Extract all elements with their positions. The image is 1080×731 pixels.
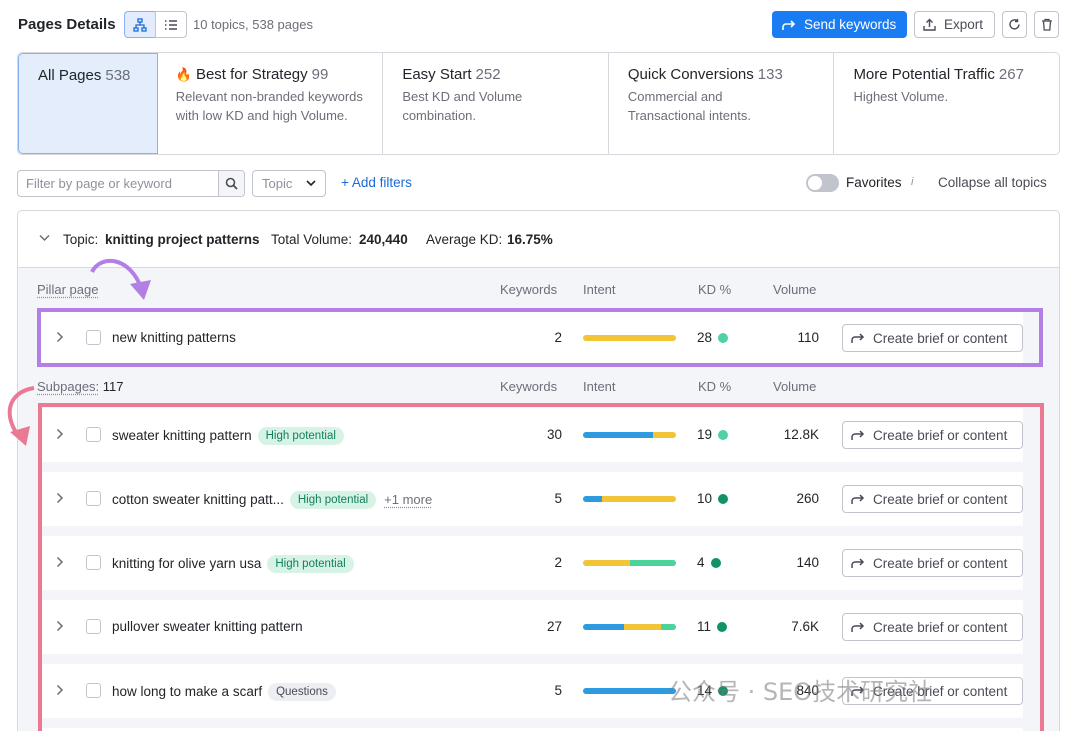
annotation-arrows (0, 0, 1080, 731)
pillar-arrowhead-icon (130, 280, 151, 300)
watermark: 公众号 · SEO技术研究社 (668, 672, 932, 707)
